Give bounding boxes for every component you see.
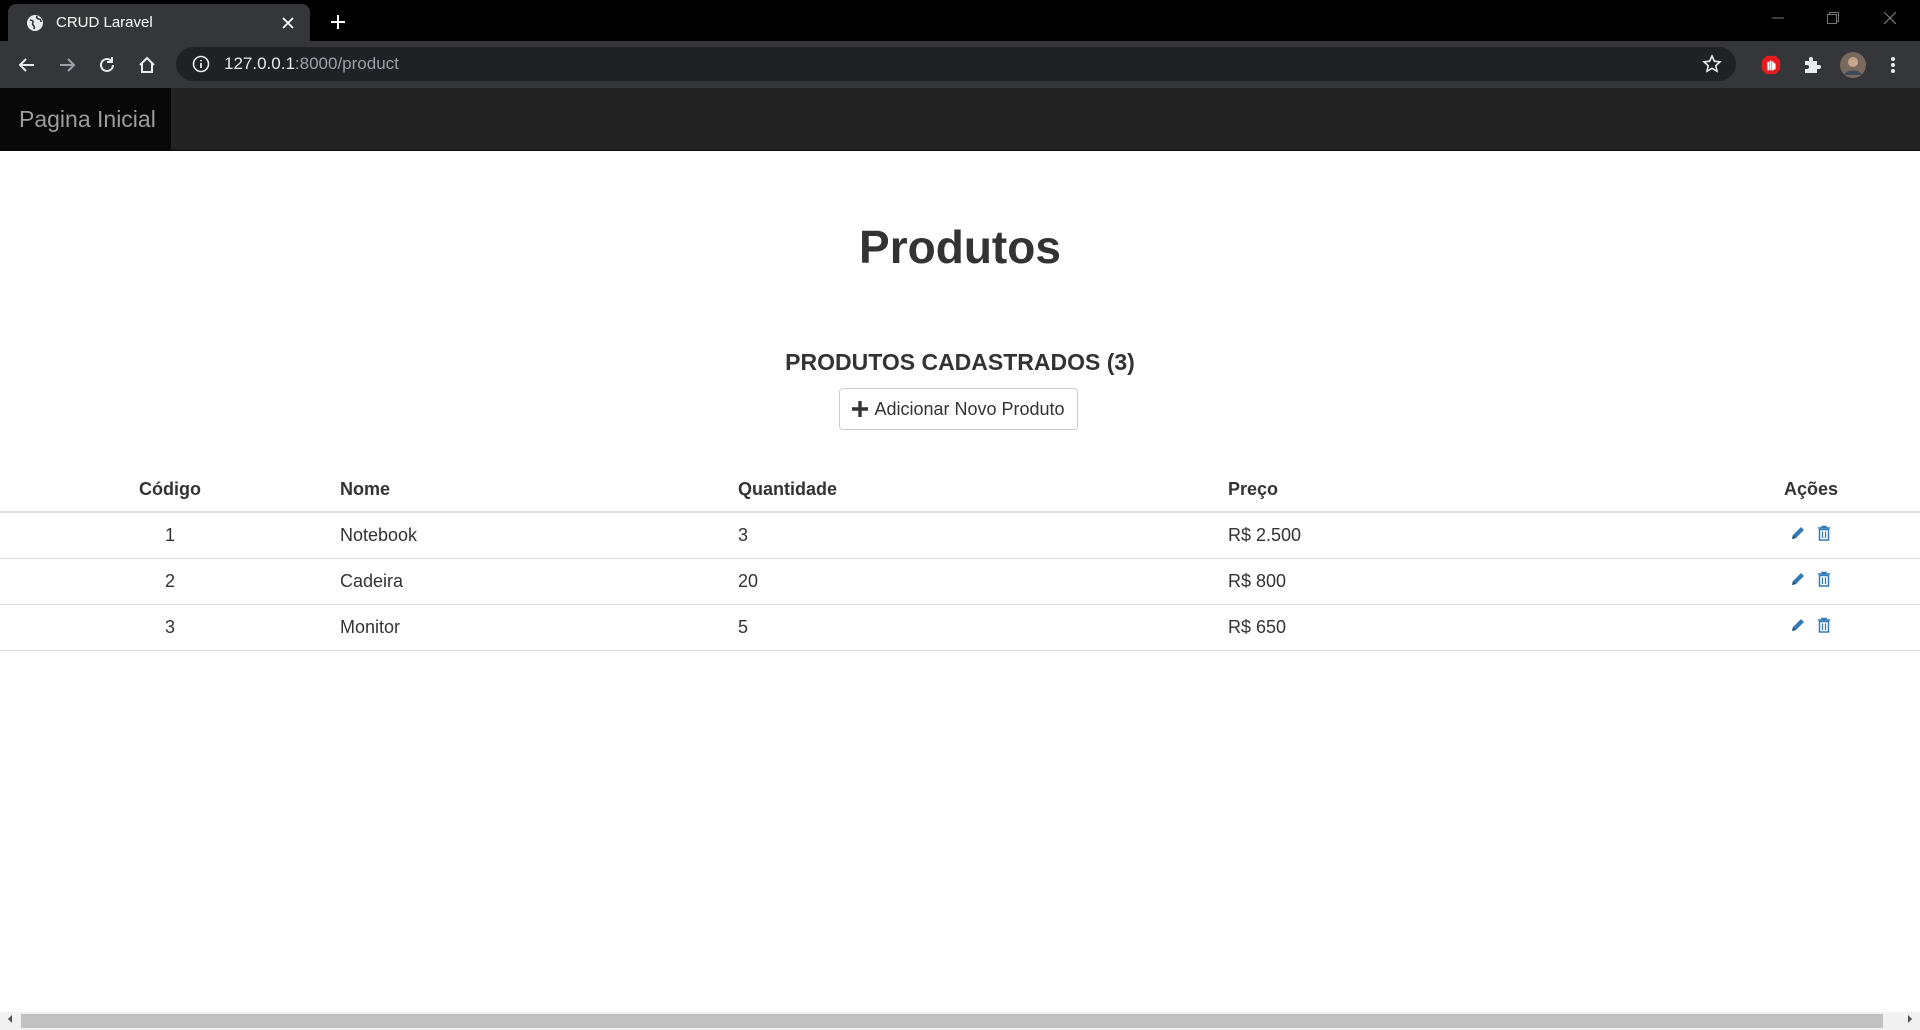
cell-acoes [1702,604,1920,651]
cell-quantidade: 20 [738,558,1228,605]
plus-icon [852,401,869,417]
minimize-icon [1772,17,1784,19]
table-row: 2 Cadeira 20 R$ 800 [0,558,1920,605]
kebab-menu-icon [1891,57,1895,73]
url-path: :8000/product [294,54,399,73]
profile-avatar-icon [1840,52,1866,78]
reload-button[interactable] [93,51,121,79]
url-host: 127.0.0.1 [224,54,295,73]
header-quantidade: Quantidade [738,467,1228,513]
delete-trash-icon[interactable] [1816,525,1832,541]
back-button[interactable] [13,51,41,79]
add-product-label: Adicionar Novo Produto [874,398,1065,419]
scroll-left-arrow-icon[interactable] [4,1015,16,1027]
edit-pencil-icon[interactable] [1790,571,1806,587]
globe-icon [26,14,44,32]
browser-menu-button[interactable] [1881,53,1905,77]
scroll-right-arrow-icon[interactable] [1904,1015,1916,1027]
avatar[interactable] [1840,52,1866,78]
new-tab-button[interactable] [325,8,351,34]
edit-pencil-icon[interactable] [1790,617,1806,633]
home-button[interactable] [133,51,161,79]
adblock-extension-button[interactable] [1759,53,1783,77]
app-navbar: Pagina Inicial [0,88,1920,151]
delete-trash-icon[interactable] [1816,617,1832,633]
plus-icon [331,15,345,29]
restore-button[interactable] [1813,6,1853,30]
close-icon[interactable] [278,13,298,33]
puzzle-icon [1805,57,1821,73]
window-close-button[interactable] [1870,6,1910,30]
cell-preco: R$ 2.500 [1228,512,1702,559]
horizontal-scrollbar[interactable] [0,1012,1920,1030]
cell-codigo: 1 [0,512,340,559]
cell-preco: R$ 800 [1228,558,1702,605]
forward-button[interactable] [53,51,81,79]
header-nome: Nome [340,467,738,513]
browser-tab-strip: CRUD Laravel [0,0,1920,41]
cell-codigo: 2 [0,558,340,605]
cell-nome: Notebook [340,512,738,559]
browser-toolbar: 127.0.0.1:8000/product [0,41,1920,88]
cell-quantidade: 3 [738,512,1228,559]
restore-icon [1827,12,1839,24]
cell-nome: Monitor [340,604,738,651]
header-preco: Preço [1228,467,1702,513]
window-close-icon [1883,11,1897,25]
add-product-button[interactable]: Adicionar Novo Produto [839,388,1078,430]
cell-nome: Cadeira [340,558,738,605]
cell-acoes [1702,558,1920,605]
delete-trash-icon[interactable] [1816,571,1832,587]
cell-acoes [1702,512,1920,559]
browser-tab[interactable]: CRUD Laravel [8,4,310,41]
header-acoes: Ações [1702,467,1920,513]
header-codigo: Código [0,467,340,513]
home-icon [139,56,155,73]
table-row: 3 Monitor 5 R$ 650 [0,604,1920,651]
address-bar[interactable]: 127.0.0.1:8000/product [176,47,1736,81]
table-row: 1 Notebook 3 R$ 2.500 [0,512,1920,559]
reload-icon [100,57,114,72]
edit-pencil-icon[interactable] [1790,525,1806,541]
info-icon[interactable] [192,55,210,73]
star-icon[interactable] [1702,54,1722,74]
table-header-row: Código Nome Quantidade Preço Ações [0,467,1920,513]
minimize-button[interactable] [1758,6,1798,30]
cell-quantidade: 5 [738,604,1228,651]
tab-title: CRUD Laravel [56,14,153,31]
forward-arrow-icon [60,58,76,72]
cell-preco: R$ 650 [1228,604,1702,651]
cell-codigo: 3 [0,604,340,651]
products-table: Código Nome Quantidade Preço Ações 1 Not… [0,467,1920,651]
extensions-button[interactable] [1800,53,1824,77]
page-title: Produtos [859,221,1061,273]
navbar-brand-link[interactable]: Pagina Inicial [0,88,171,150]
section-subtitle: PRODUTOS CADASTRADOS (3) [785,349,1135,375]
back-arrow-icon [18,58,34,72]
adblock-icon [1761,55,1781,75]
scrollbar-thumb[interactable] [21,1014,1883,1028]
